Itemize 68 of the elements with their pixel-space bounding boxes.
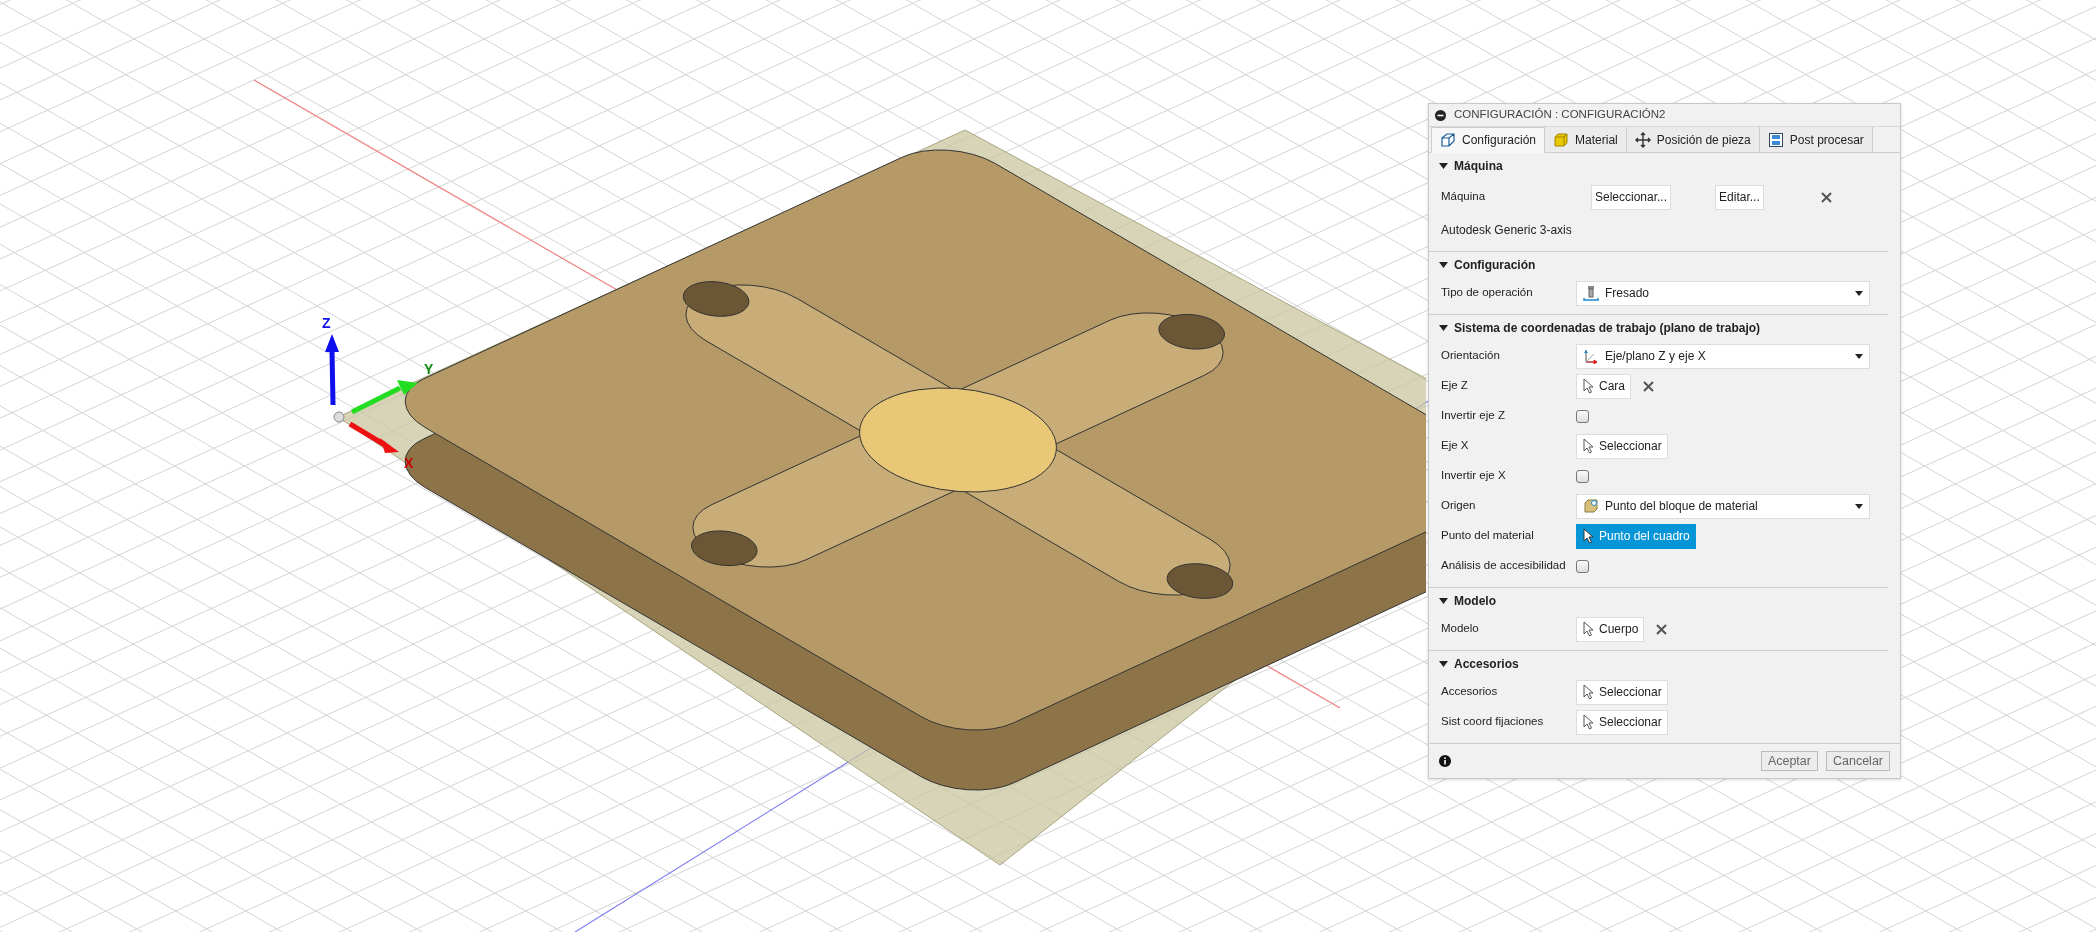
dropdown[interactable]: Eje/plano Z y eje X [1576,343,1870,369]
machine-name: Autodesk Generic 3-axis [1441,222,1572,239]
section-title: Máquina [1454,158,1503,175]
dialog-button[interactable]: Aceptar [1760,751,1818,771]
milling-tool-icon [1583,285,1599,301]
block-icon [1553,131,1570,148]
selection-button[interactable]: Cuerpo [1576,616,1645,642]
panel-title: CONFIGURACIÓN : CONFIGURACIÓN2 [1454,107,1666,123]
selection-button[interactable]: Seleccionar [1576,679,1668,705]
caret-icon [1855,503,1863,509]
cube-icon [1440,132,1456,148]
checkbox[interactable] [1576,559,1589,573]
field-label: Sist coord fijaciones [1441,714,1545,730]
expand-triangle-icon[interactable] [1439,161,1448,171]
section-title: Modelo [1454,593,1496,610]
cursor-icon [1583,528,1595,544]
expand-triangle-icon[interactable] [1439,659,1448,669]
selection-button[interactable]: Seleccionar [1576,709,1668,735]
field-label: Punto del material [1441,528,1535,544]
axis-label: Y [424,361,434,377]
machine-button[interactable]: Seleccionar... [1591,184,1672,210]
machine-button[interactable]: Editar... [1715,184,1764,210]
clear-icon[interactable] [1820,191,1832,203]
section-title: Configuración [1454,257,1536,274]
caret-icon [1855,290,1863,296]
tab[interactable]: Configuración [1431,127,1546,153]
expand-triangle-icon[interactable] [1439,596,1448,606]
field-label: Análisis de accesibilidad [1441,558,1567,574]
expand-triangle-icon[interactable] [1439,260,1448,270]
tab[interactable]: Post procesar [1759,127,1873,152]
collapse-icon[interactable] [1435,109,1446,121]
cursor-icon [1583,684,1595,700]
field-label: Eje Z [1441,378,1469,394]
field-label: Modelo [1441,621,1480,637]
field-label: Orientación [1441,348,1501,364]
selection-button[interactable]: Seleccionar [1576,433,1668,459]
clear-icon[interactable] [1643,380,1654,392]
cursor-icon [1583,714,1595,730]
document-icon [1767,131,1784,148]
axes-icon [1583,348,1599,364]
tab[interactable]: Posición de pieza [1626,127,1760,152]
caret-icon [1855,353,1863,359]
section-title: Sistema de coordenadas de trabajo (plano de trabajo) [1454,320,1761,337]
axis-label: Z [322,315,331,331]
field-label: Eje X [1441,438,1470,454]
info-icon[interactable] [1439,755,1451,767]
field-label: Origen [1441,498,1477,514]
move-arrows-icon [1634,131,1651,148]
field-label: Máquina [1441,189,1487,205]
field-label: Accesorios [1441,684,1499,700]
checkbox[interactable] [1576,409,1589,423]
cursor-icon [1583,378,1595,394]
field-label: Invertir eje Z [1441,408,1506,424]
selection-button[interactable]: Cara [1576,373,1631,399]
section-title: Accesorios [1454,656,1519,673]
tab[interactable]: Material [1545,127,1627,152]
stock-point-icon [1583,498,1599,514]
dropdown[interactable]: Punto del bloque de material [1576,493,1870,519]
dropdown[interactable]: Fresado [1576,280,1870,306]
axis-label: X [404,455,414,471]
dialog-button[interactable]: Cancelar [1825,751,1890,771]
checkbox[interactable] [1576,469,1589,483]
field-label: Invertir eje X [1441,468,1507,484]
cursor-icon [1583,621,1595,637]
field-label: Tipo de operación [1441,285,1534,301]
clear-icon[interactable] [1656,623,1668,635]
cursor-icon [1583,438,1595,454]
expand-triangle-icon[interactable] [1439,323,1448,333]
